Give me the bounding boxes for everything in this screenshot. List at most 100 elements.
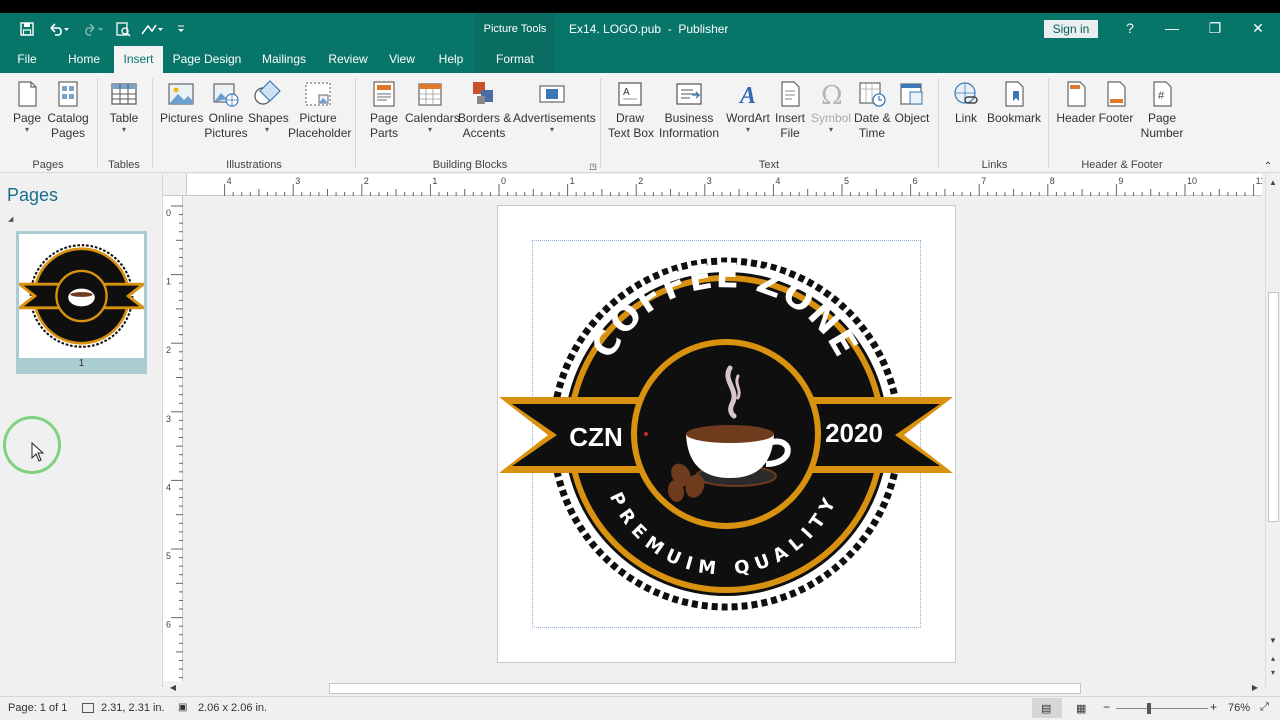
bookmark-button[interactable]: Bookmark xyxy=(986,79,1042,126)
wordart-button[interactable]: A WordArt ▾ xyxy=(725,79,771,134)
object-position: 2.31, 2.31 in. xyxy=(101,702,165,714)
ruler-label: 1 xyxy=(570,176,575,186)
calendars-button[interactable]: Calendars ▾ xyxy=(405,79,460,134)
picture-placeholder-icon xyxy=(305,82,331,106)
bookmark-label: Bookmark xyxy=(986,111,1042,125)
two-page-spread-icon[interactable]: ▦ xyxy=(1076,702,1086,715)
close-button[interactable]: ✕ xyxy=(1238,13,1278,46)
horizontal-ruler[interactable]: 432101234567891011 xyxy=(187,174,1265,196)
table-icon xyxy=(111,83,137,105)
undo-icon[interactable] xyxy=(45,19,73,39)
tab-format[interactable]: Format xyxy=(475,46,555,73)
tab-insert[interactable]: Insert xyxy=(114,46,163,73)
tab-file[interactable]: File xyxy=(8,46,46,73)
object-button[interactable]: Object xyxy=(893,79,931,126)
advertisements-button[interactable]: Advertisements ▾ xyxy=(513,79,596,134)
group-label-links: Links xyxy=(981,159,1008,171)
scroll-right-icon[interactable]: ▶ xyxy=(1249,683,1261,692)
page-number-button[interactable]: # Page Number xyxy=(1137,79,1187,141)
help-icon[interactable]: ? xyxy=(1110,13,1150,46)
insert-file-icon xyxy=(781,81,800,107)
red-dot xyxy=(644,432,648,436)
scroll-left-icon[interactable]: ◀ xyxy=(167,683,179,692)
page-thumbnail-number: 1 xyxy=(78,358,85,369)
business-information-label-line1: Business xyxy=(664,111,714,125)
borders-accents-button[interactable]: Borders & Accents xyxy=(458,79,512,141)
catalog-pages-label-line2: Pages xyxy=(50,126,86,140)
collapse-ribbon-icon[interactable]: ⌃ xyxy=(1262,159,1274,174)
horizontal-scrollbar[interactable]: ◀ ▶ xyxy=(163,681,1265,696)
horizontal-scroll-thumb[interactable] xyxy=(329,683,1081,694)
link-icon xyxy=(954,82,978,104)
zoom-slider-thumb[interactable] xyxy=(1147,703,1151,714)
chevron-down-icon: ▾ xyxy=(24,125,29,134)
vertical-scroll-thumb[interactable] xyxy=(1268,292,1279,522)
restore-button[interactable]: ❐ xyxy=(1195,13,1235,46)
publication-page[interactable]: COFFEE ZONE PREMUIM QUALITY CZN 2020 xyxy=(497,205,956,663)
tab-home[interactable]: Home xyxy=(58,46,110,73)
tab-page-design[interactable]: Page Design xyxy=(171,46,243,73)
ruler-label: 9 xyxy=(1118,176,1123,186)
tab-help[interactable]: Help xyxy=(431,46,471,73)
mouse-cursor-icon xyxy=(31,441,45,467)
scroll-down-icon[interactable]: ▼ xyxy=(1267,636,1279,645)
page-thumbnail[interactable]: 1 xyxy=(15,231,148,374)
tab-review[interactable]: Review xyxy=(325,46,371,73)
dialog-launcher-icon[interactable]: ◳ xyxy=(588,159,598,174)
zoom-in-icon[interactable]: + xyxy=(1210,700,1217,714)
coffee-zone-logo-image[interactable]: COFFEE ZONE PREMUIM QUALITY CZN 2020 xyxy=(498,206,955,662)
date-time-button[interactable]: Date & Time xyxy=(854,79,891,141)
publisher-window: Picture Tools Ex14. LOGO.pub - Publisher… xyxy=(0,13,1280,720)
print-preview-icon[interactable] xyxy=(114,19,132,39)
next-page-icon[interactable]: ▾ xyxy=(1267,668,1279,677)
header-label: Header xyxy=(1056,111,1096,125)
document-workspace[interactable]: COFFEE ZONE PREMUIM QUALITY CZN 2020 xyxy=(184,196,1265,681)
touch-mode-icon[interactable] xyxy=(138,19,166,39)
customize-icon[interactable] xyxy=(174,19,188,39)
borders-accents-label-line1: Borders & xyxy=(458,111,512,125)
page-parts-label-line1: Page xyxy=(369,111,399,125)
catalog-pages-button[interactable]: Catalog Pages xyxy=(46,79,90,141)
advertisements-label: Advertisements xyxy=(513,111,596,125)
coffee-surface xyxy=(686,425,774,443)
group-separator xyxy=(97,78,98,168)
ruler-label: 5 xyxy=(844,176,849,186)
online-pictures-button[interactable]: Online Pictures xyxy=(204,79,248,141)
insert-file-button[interactable]: Insert File xyxy=(773,79,807,141)
sign-in-button[interactable]: Sign in xyxy=(1044,20,1098,38)
page-indicator[interactable]: Page: 1 of 1 xyxy=(8,702,67,714)
scroll-up-icon[interactable]: ▲ xyxy=(1267,178,1279,187)
group-separator xyxy=(600,78,601,168)
footer-button[interactable]: Footer xyxy=(1097,79,1135,126)
picture-placeholder-button[interactable]: Picture Placeholder xyxy=(288,79,351,141)
zoom-out-icon[interactable]: − xyxy=(1103,700,1110,714)
draw-text-box-button[interactable]: A Draw Text Box xyxy=(608,79,654,141)
minimize-button[interactable]: — xyxy=(1152,13,1192,46)
zoom-slider-track[interactable] xyxy=(1116,708,1208,709)
tab-view[interactable]: View xyxy=(383,46,421,73)
business-information-button[interactable]: Business Information xyxy=(654,79,724,141)
tab-mailings[interactable]: Mailings xyxy=(255,46,313,73)
link-button[interactable]: Link xyxy=(947,79,985,126)
symbol-button[interactable]: Ω Symbol ▾ xyxy=(810,79,852,134)
group-separator xyxy=(1048,78,1049,168)
pictures-button[interactable]: Pictures xyxy=(160,79,203,126)
page-parts-button[interactable]: Page Parts xyxy=(364,79,404,141)
ruler-label: 2 xyxy=(364,176,369,186)
vertical-ruler[interactable]: 0 1 2 3 4 5 6 xyxy=(163,196,183,681)
ruler-label: 3 xyxy=(707,176,712,186)
collapse-triangle-icon[interactable]: ◢ xyxy=(8,215,13,223)
header-button[interactable]: Header xyxy=(1056,79,1096,126)
wordart-label: WordArt xyxy=(726,111,770,125)
save-icon[interactable] xyxy=(18,19,36,39)
fit-page-icon[interactable]: ⤢ xyxy=(1260,701,1269,714)
status-bar: Page: 1 of 1 2.31, 2.31 in. ▣ 2.06 x 2.0… xyxy=(0,696,1280,720)
object-size: 2.06 x 2.06 in. xyxy=(198,702,268,714)
table-button[interactable]: Table ▾ xyxy=(104,79,144,134)
zoom-level[interactable]: 76% xyxy=(1228,702,1250,714)
page-button[interactable]: Page ▾ xyxy=(10,79,44,134)
previous-page-icon[interactable]: ▴ xyxy=(1267,654,1279,663)
vertical-scrollbar[interactable]: ▲ ▼ ▴ ▾ xyxy=(1265,174,1280,687)
shapes-button[interactable]: Shapes ▾ xyxy=(248,79,289,134)
redo-icon[interactable] xyxy=(79,19,107,39)
